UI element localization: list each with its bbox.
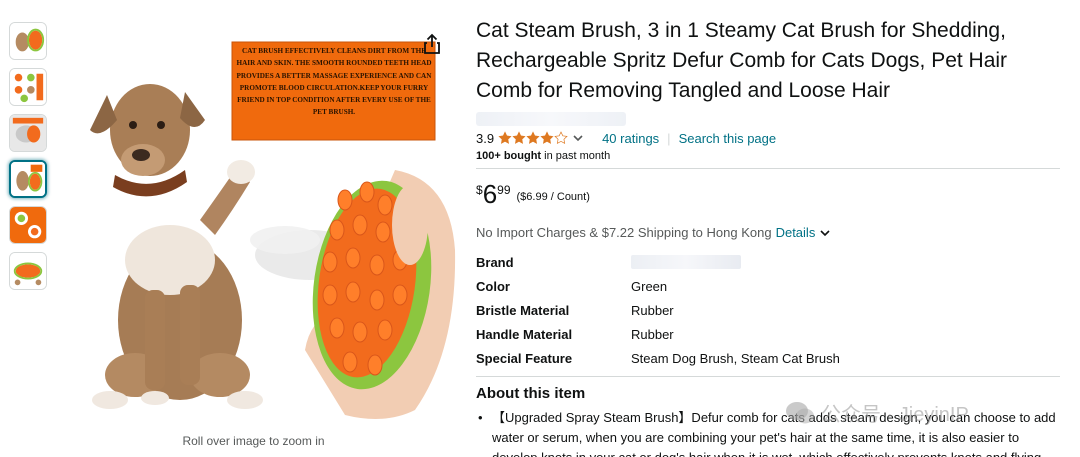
bought-info: 100+ bought in past month — [476, 150, 1061, 162]
spec-label: Color — [476, 278, 510, 294]
spec-row-handle: Handle Material Rubber — [476, 322, 1061, 346]
about-bullets: 【Upgraded Spray Steam Brush】Defur comb f… — [476, 408, 1061, 457]
share-icon[interactable] — [420, 32, 444, 56]
spec-row-bristle: Bristle Material Rubber — [476, 298, 1061, 322]
price-symbol: $ — [476, 183, 483, 197]
product-title: Cat Steam Brush, 3 in 1 Steamy Cat Brush… — [476, 19, 1008, 102]
price-fraction: 99 — [497, 183, 511, 197]
spec-label: Bristle Material — [476, 302, 570, 318]
spec-label: Special Feature — [476, 350, 573, 366]
divider — [476, 168, 1060, 169]
thumbnail-2[interactable] — [9, 68, 47, 106]
spec-label: Handle Material — [476, 326, 573, 342]
thumbnail-strip — [9, 22, 49, 298]
shipping-info: No Import Charges & $7.22 Shipping to Ho… — [476, 225, 1061, 240]
about-bullet: 【Upgraded Spray Steam Brush】Defur comb f… — [476, 408, 1056, 457]
shipping-text: No Import Charges & $7.22 Shipping to Ho… — [476, 225, 772, 240]
product-details: Cat Steam Brush, 3 in 1 Steamy Cat Brush… — [476, 16, 1061, 457]
spec-row-brand: Brand — [476, 250, 1061, 274]
shipping-details-link[interactable]: Details — [776, 225, 816, 240]
thumbnail-4[interactable] — [9, 160, 47, 198]
spec-value: Steam Dog Brush, Steam Cat Brush — [631, 350, 840, 366]
main-product-image[interactable]: CAT BRUSH EFFECTIVELY CLEANS DIRT FROM T… — [55, 20, 460, 430]
bought-period: in past month — [541, 150, 611, 162]
rating-row: 3.9 40 ratings | Search this page — [476, 128, 1061, 148]
chevron-down-icon[interactable] — [572, 132, 584, 144]
spec-row-feature: Special Feature Steam Dog Brush, Steam C… — [476, 346, 1061, 370]
chevron-down-icon[interactable] — [819, 227, 831, 239]
thumbnail-5[interactable] — [9, 206, 47, 244]
divider — [476, 376, 1060, 377]
zoom-hint: Roll over image to zoom in — [182, 434, 325, 448]
unit-price: ($6.99 / Count) — [516, 191, 590, 203]
star-icon — [512, 131, 526, 144]
star-icon — [540, 131, 554, 144]
price: $ 6 99 ($6.99 / Count) — [476, 181, 1061, 211]
divider: | — [667, 130, 671, 146]
star-outline-icon — [554, 131, 568, 144]
spec-label: Brand — [476, 254, 514, 270]
spec-value: Rubber — [631, 302, 674, 318]
about-heading: About this item — [476, 385, 586, 402]
thumbnail-1[interactable] — [9, 22, 47, 60]
spec-value: Green — [631, 278, 668, 294]
promo-text: CAT BRUSH EFFECTIVELY CLEANS DIRT FROM T… — [236, 47, 432, 117]
spec-value: Rubber — [631, 326, 674, 342]
spec-row-color: Color Green — [476, 274, 1061, 298]
rating-number: 3.9 — [476, 130, 495, 146]
brand-value-blurred — [631, 255, 741, 269]
ratings-count-link[interactable]: 40 ratings — [602, 131, 659, 146]
thumbnail-3[interactable] — [9, 114, 47, 152]
spec-table: Brand Color Green Bristle Material Rubbe… — [476, 250, 1061, 370]
thumbnail-6[interactable] — [9, 252, 47, 290]
search-page-link[interactable]: Search this page — [679, 131, 777, 146]
star-icon — [526, 131, 540, 144]
bought-count: 100+ bought — [476, 150, 542, 162]
store-link-blurred[interactable] — [476, 112, 626, 126]
star-icon — [498, 131, 512, 144]
star-rating[interactable] — [498, 131, 568, 145]
price-whole: 6 — [482, 179, 498, 209]
